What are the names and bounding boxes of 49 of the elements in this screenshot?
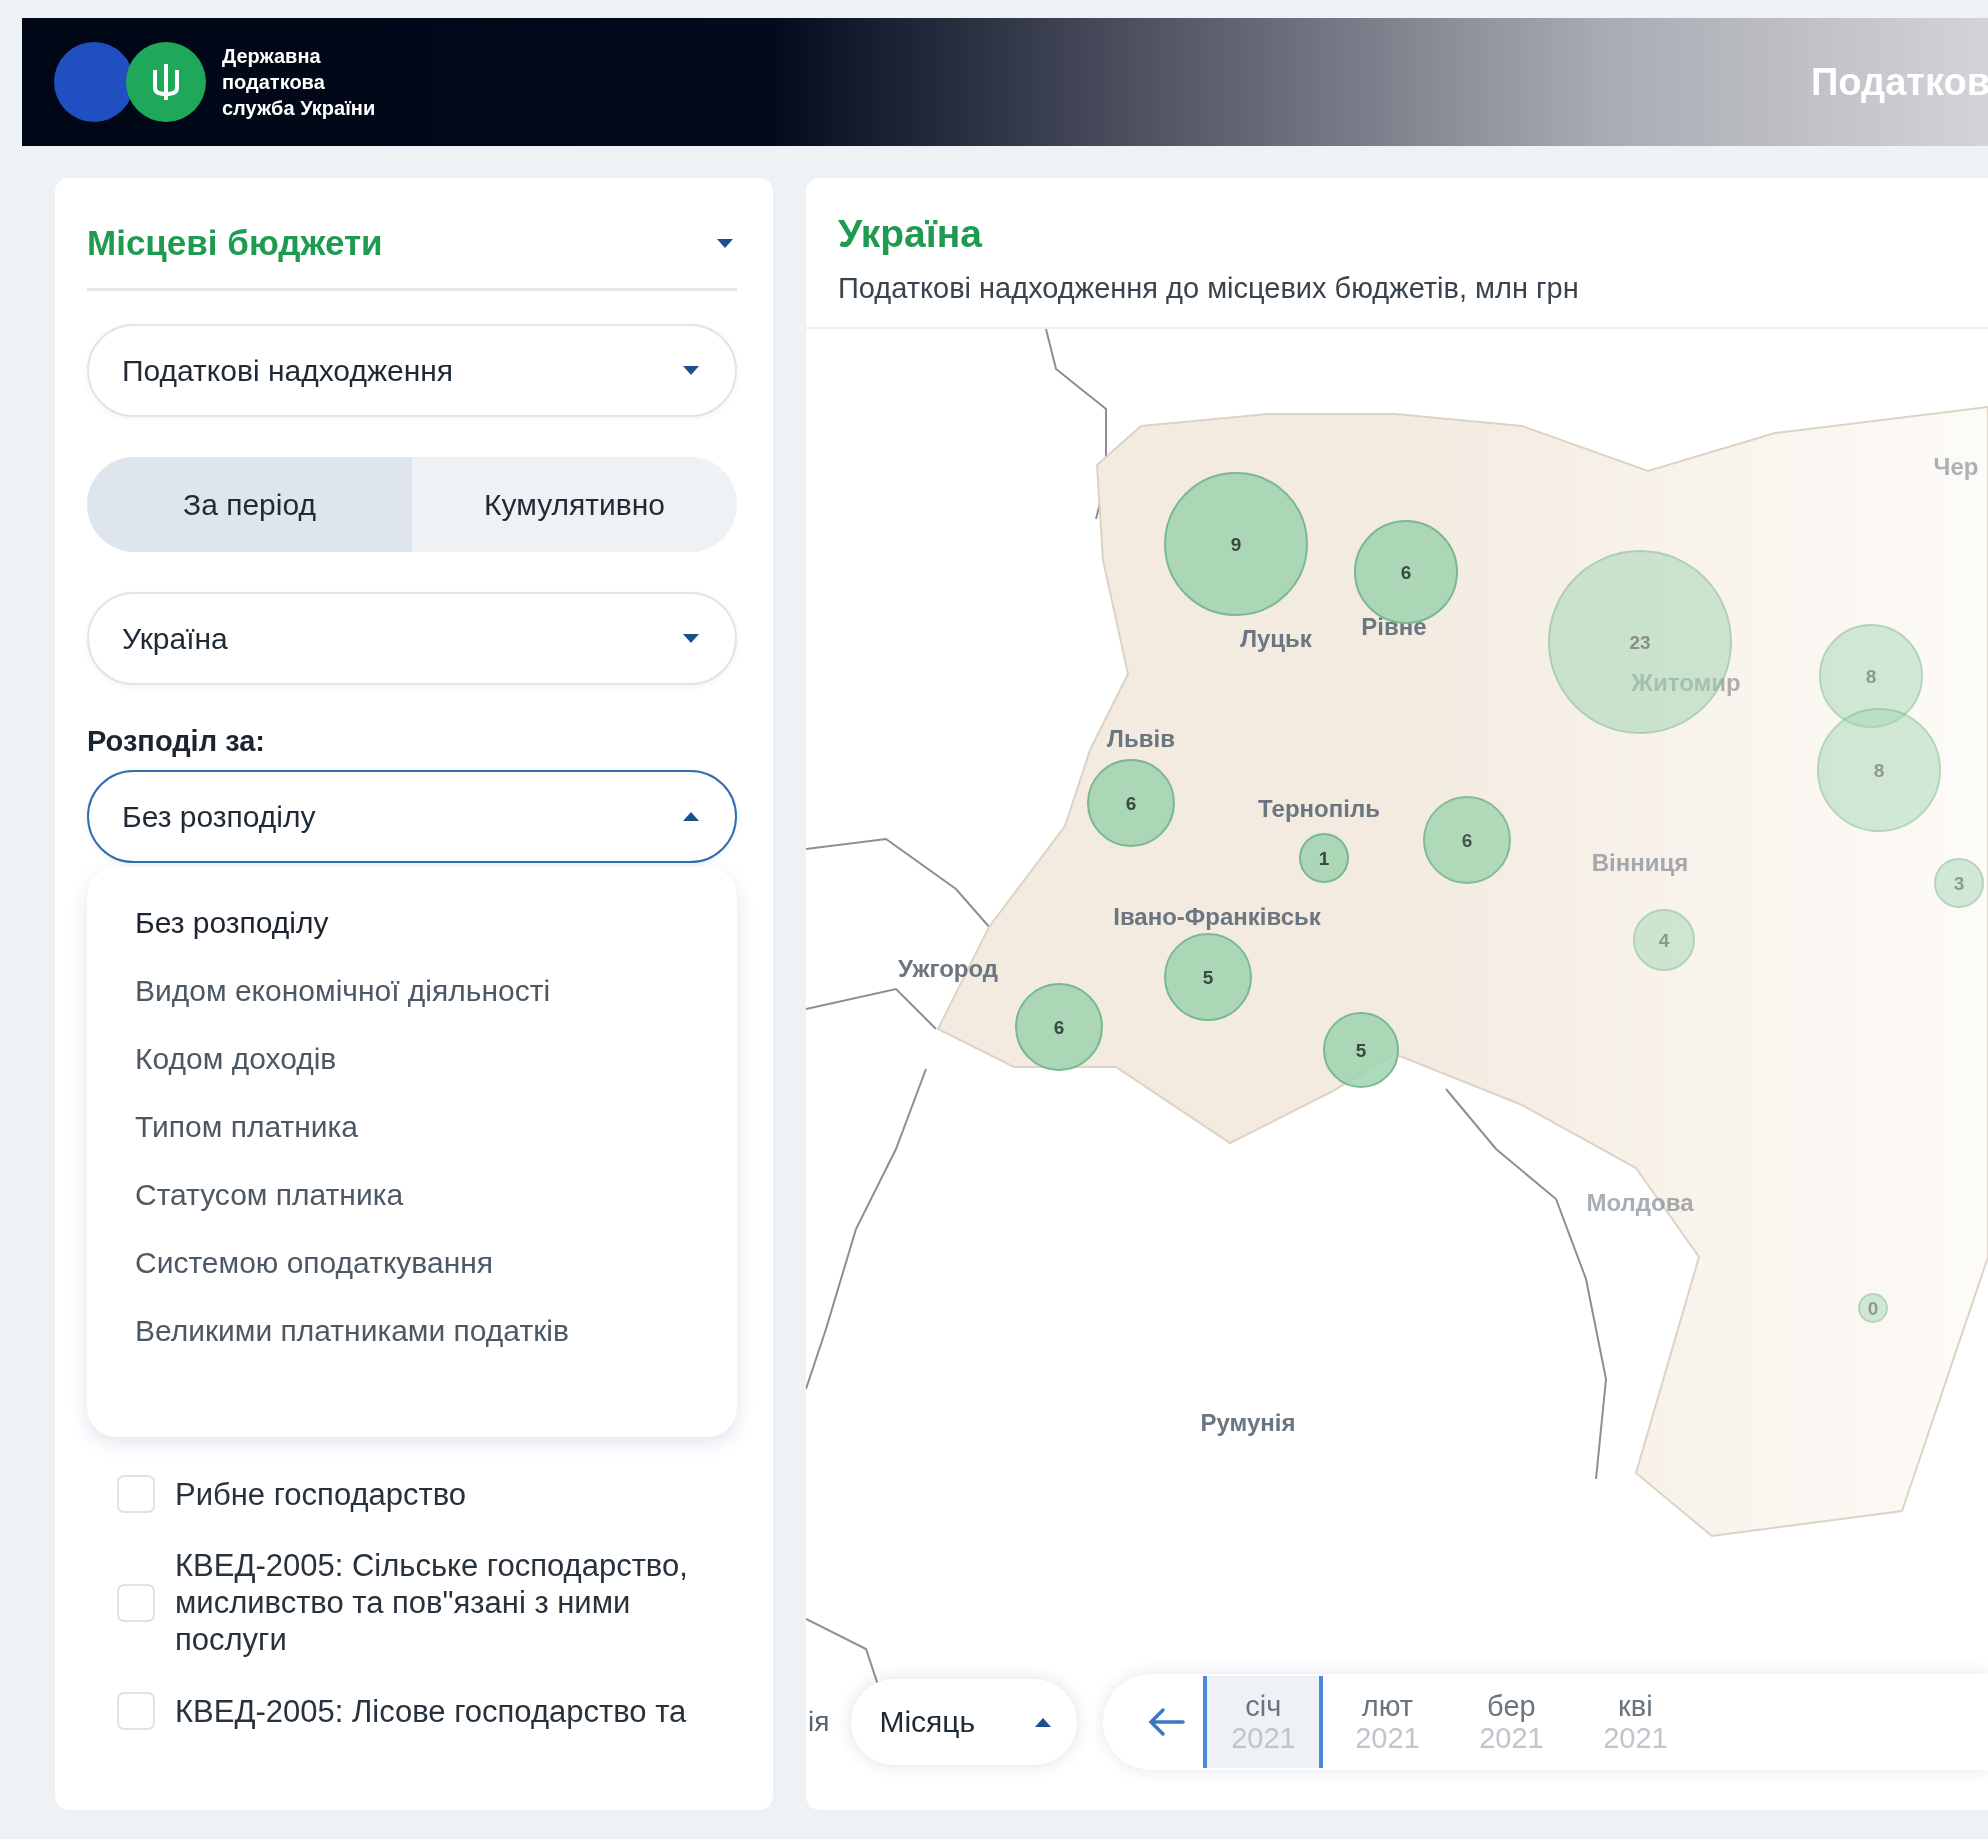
value-bubble[interactable]: 6 bbox=[1423, 796, 1511, 884]
month-tab[interactable]: кві 2021 bbox=[1575, 1676, 1696, 1768]
place-label: Молдова bbox=[1586, 1189, 1694, 1216]
place-label: Тернопіль bbox=[1258, 795, 1380, 822]
checkbox-label: КВЕД-2005: Лісове господарство та bbox=[175, 1692, 688, 1730]
map-title: Україна bbox=[838, 212, 984, 256]
breakdown-select[interactable]: Без розподілу bbox=[87, 770, 737, 863]
place-label: Івано-Франківськ bbox=[1113, 903, 1321, 930]
dropdown-option[interactable]: Кодом доходів bbox=[87, 1025, 737, 1093]
month-tab[interactable]: лют 2021 bbox=[1327, 1676, 1448, 1768]
value-bubble[interactable]: 5 bbox=[1164, 933, 1252, 1021]
period-select[interactable]: Місяць bbox=[851, 1679, 1078, 1765]
indicator-select[interactable]: Податкові надходження bbox=[87, 324, 737, 417]
dropdown-option[interactable]: Великими платниками податків bbox=[87, 1297, 737, 1365]
place-label: Ужгород bbox=[897, 955, 999, 982]
month-tab[interactable]: бер 2021 bbox=[1451, 1676, 1572, 1768]
breakdown-label: Розподіл за: bbox=[87, 725, 266, 758]
dropdown-option[interactable]: Видом економічної діяльності bbox=[87, 957, 737, 1025]
region-select[interactable]: Україна bbox=[87, 592, 737, 685]
value-bubble[interactable]: 9 bbox=[1164, 472, 1308, 616]
mode-toggle-button[interactable]: За період bbox=[87, 457, 412, 552]
caret-icon bbox=[683, 366, 699, 375]
caret-icon bbox=[683, 634, 699, 643]
place-label: Румунія bbox=[1200, 1409, 1296, 1436]
dropdown-option[interactable]: Без розподілу bbox=[87, 889, 737, 957]
dropdown-option[interactable]: Статусом платника bbox=[87, 1161, 737, 1229]
checkbox[interactable] bbox=[117, 1692, 155, 1730]
caret-icon bbox=[1035, 1717, 1052, 1727]
caret-icon bbox=[717, 238, 733, 248]
logo-text: Державна податкова служба України bbox=[222, 44, 376, 121]
value-bubble[interactable]: 5 bbox=[1323, 1012, 1399, 1088]
place-label: Львів bbox=[1107, 725, 1175, 752]
checkbox-label: КВЕД-2005: Сільське господарство, мисливство та пов"язані з ними послуги bbox=[175, 1547, 689, 1658]
caret-icon bbox=[683, 812, 699, 821]
partial-label: ія bbox=[808, 1706, 830, 1738]
header-title: Податков bbox=[1811, 60, 1988, 104]
value-bubble[interactable]: 1 bbox=[1299, 833, 1349, 883]
dropdown-option[interactable]: Системою оподаткування bbox=[87, 1229, 737, 1297]
value-bubble[interactable]: 6 bbox=[1015, 983, 1103, 1071]
place-label: Чер bbox=[1933, 453, 1979, 480]
place-label: Луцьк bbox=[1240, 625, 1312, 652]
map-subtitle: Податкові надходження до місцевих бюджетів, млн грн bbox=[838, 272, 1580, 305]
checkbox-label: Рибне господарство bbox=[175, 1475, 468, 1513]
dropdown-option[interactable]: Типом платника bbox=[87, 1093, 737, 1161]
checkbox[interactable] bbox=[117, 1475, 155, 1513]
value-bubble[interactable]: 6 bbox=[1087, 759, 1175, 847]
section-dropdown[interactable]: Місцеві бюджети bbox=[87, 208, 737, 291]
place-label: Вінниця bbox=[1591, 849, 1689, 876]
checkbox[interactable] bbox=[117, 1583, 155, 1622]
